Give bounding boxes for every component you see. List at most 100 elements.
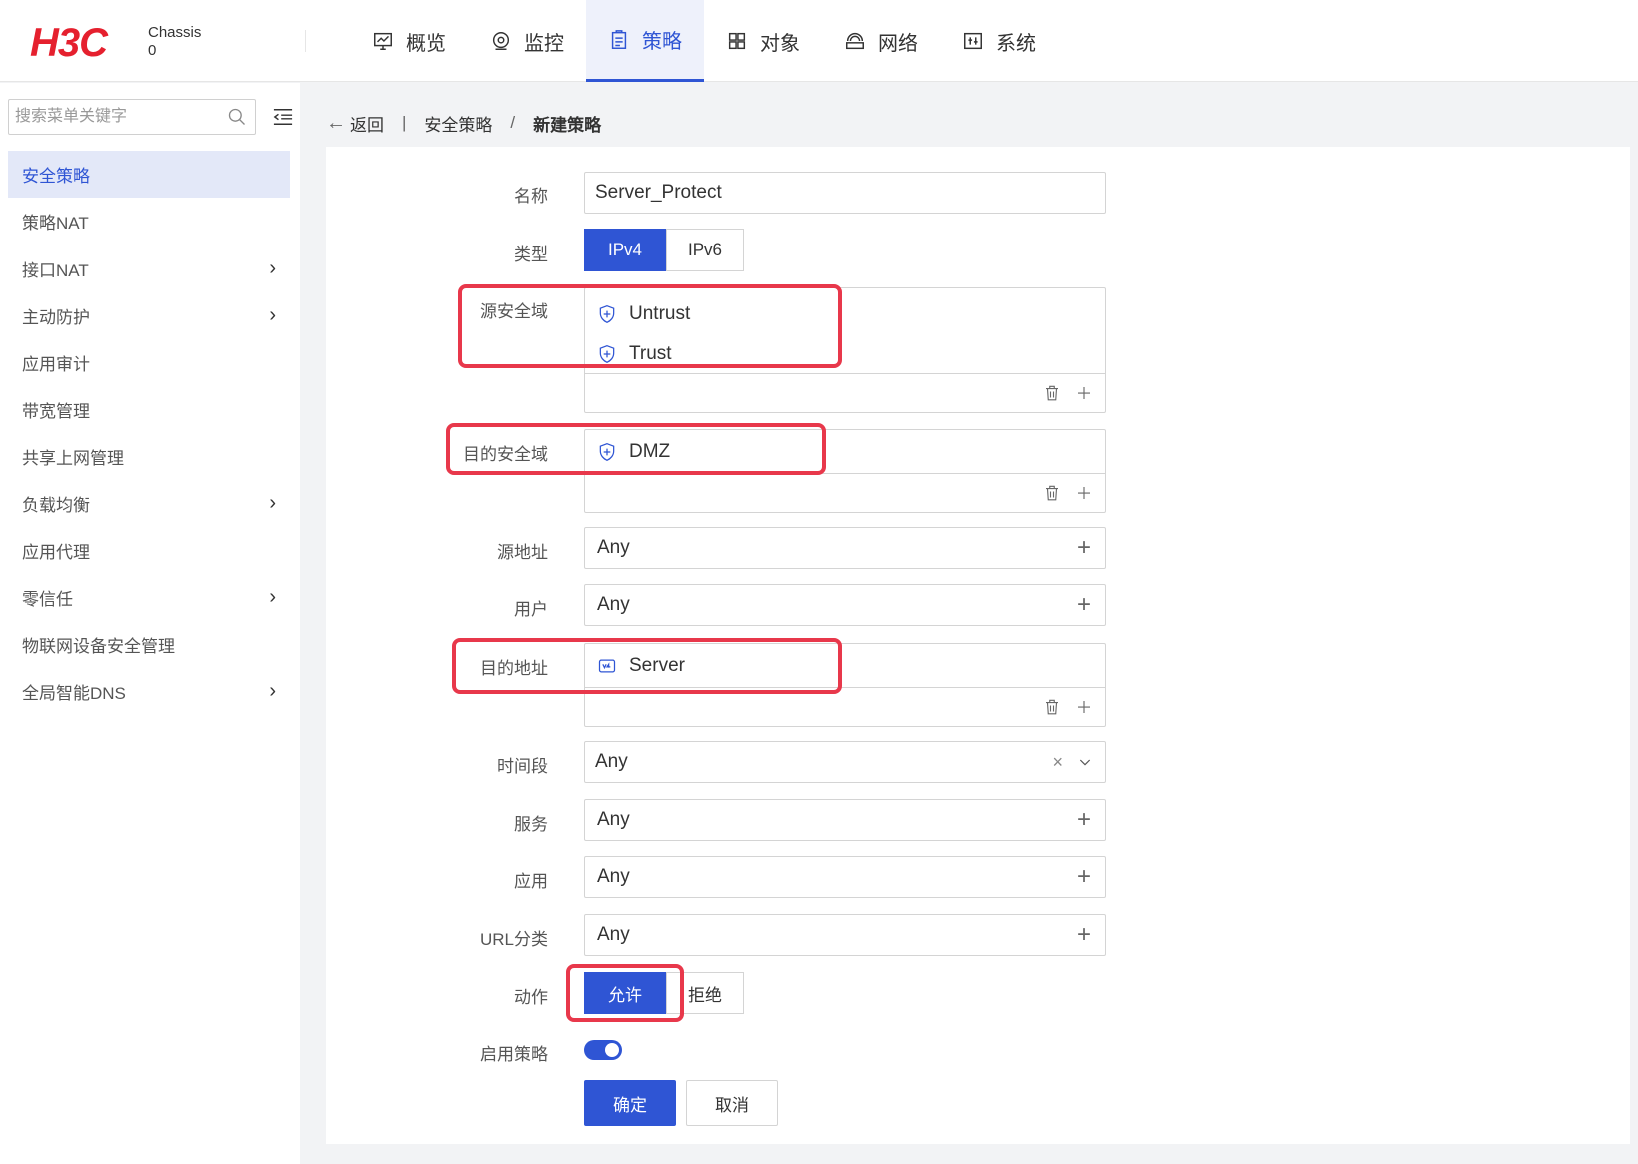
src-zone-actions bbox=[585, 374, 1105, 412]
name-input[interactable] bbox=[595, 182, 1105, 204]
nav-label: 监控 bbox=[524, 32, 564, 55]
nav-network[interactable]: 网络 bbox=[822, 0, 940, 82]
nav-system[interactable]: 系统 bbox=[940, 0, 1058, 82]
search-icon[interactable] bbox=[227, 107, 247, 127]
address-name: Server bbox=[629, 655, 685, 676]
plus-icon[interactable]: + bbox=[1077, 536, 1091, 560]
back-label: 返回 bbox=[350, 115, 384, 135]
sidebar-item-load-balance[interactable]: 负载均衡 › bbox=[8, 480, 290, 527]
nav-label: 网络 bbox=[878, 32, 918, 55]
sidebar-item-bandwidth[interactable]: 带宽管理 bbox=[8, 386, 290, 433]
breadcrumb-separator: | bbox=[402, 113, 407, 132]
plus-icon[interactable]: + bbox=[1077, 808, 1091, 832]
user-field[interactable]: Any + bbox=[584, 584, 1106, 626]
breadcrumb: ← 返回 | 安全策略 / 新建策略 bbox=[326, 108, 601, 138]
time-select[interactable]: Any × bbox=[584, 741, 1106, 783]
plus-icon[interactable]: + bbox=[1077, 865, 1091, 889]
shield-icon bbox=[599, 304, 615, 324]
zone-tag[interactable]: DMZ bbox=[585, 432, 1105, 472]
type-selector: IPv4 IPv6 bbox=[584, 229, 744, 271]
plus-icon[interactable] bbox=[1075, 384, 1093, 402]
type-ipv4-option[interactable]: IPv4 bbox=[584, 229, 666, 271]
network-icon bbox=[846, 33, 864, 50]
collapse-sidebar-button[interactable] bbox=[272, 107, 294, 127]
sidebar-item-label: 全局智能DNS bbox=[22, 684, 126, 703]
url-category-value: Any bbox=[597, 924, 630, 945]
dst-zone-label: 目的安全域 bbox=[463, 445, 548, 464]
app-field[interactable]: Any + bbox=[584, 856, 1106, 898]
nav-label: 策略 bbox=[642, 31, 682, 53]
trash-icon[interactable] bbox=[1043, 698, 1061, 716]
sidebar-item-label: 物联网设备安全管理 bbox=[22, 637, 175, 656]
cancel-button[interactable]: 取消 bbox=[686, 1080, 778, 1126]
action-allow-option[interactable]: 允许 bbox=[584, 972, 666, 1014]
enable-policy-label: 启用策略 bbox=[480, 1045, 548, 1064]
menu-search-input[interactable] bbox=[9, 101, 227, 133]
time-label: 时间段 bbox=[497, 757, 548, 776]
url-category-field[interactable]: Any + bbox=[584, 914, 1106, 956]
clipboard-icon bbox=[611, 29, 627, 49]
sidebar-item-label: 策略NAT bbox=[22, 214, 89, 233]
sidebar-item-policy-nat[interactable]: 策略NAT bbox=[8, 198, 290, 245]
src-addr-field[interactable]: Any + bbox=[584, 527, 1106, 569]
sidebar-item-label: 带宽管理 bbox=[22, 402, 90, 421]
plus-icon[interactable] bbox=[1075, 484, 1093, 502]
nav-label: 概览 bbox=[406, 32, 446, 55]
sidebar-item-iot-security[interactable]: 物联网设备安全管理 bbox=[8, 621, 290, 668]
sidebar-item-zero-trust[interactable]: 零信任 › bbox=[8, 574, 290, 621]
clear-icon[interactable]: × bbox=[1052, 752, 1063, 773]
back-link[interactable]: ← 返回 bbox=[326, 111, 384, 136]
sidebar-item-shared-internet[interactable]: 共享上网管理 bbox=[8, 433, 290, 480]
zone-name: Untrust bbox=[629, 303, 691, 324]
menu-search bbox=[8, 99, 256, 135]
target-icon bbox=[492, 32, 510, 50]
url-category-label: URL分类 bbox=[479, 930, 548, 949]
nav-overview[interactable]: 概览 bbox=[350, 0, 468, 82]
chevron-down-icon[interactable] bbox=[1077, 754, 1093, 770]
chevron-right-icon: › bbox=[269, 680, 276, 702]
service-field[interactable]: Any + bbox=[584, 799, 1106, 841]
nav-object[interactable]: 对象 bbox=[704, 0, 822, 82]
action-label: 动作 bbox=[514, 988, 548, 1007]
chevron-right-icon: › bbox=[269, 492, 276, 514]
dst-zone-field: DMZ bbox=[584, 429, 1106, 513]
plus-icon[interactable]: + bbox=[1077, 923, 1091, 947]
zone-tag[interactable]: Trust bbox=[585, 334, 1105, 374]
sidebar-item-app-proxy[interactable]: 应用代理 bbox=[8, 527, 290, 574]
breadcrumb-separator: / bbox=[510, 113, 516, 132]
sidebar-item-label: 接口NAT bbox=[22, 261, 89, 280]
dst-zone-list: DMZ bbox=[585, 430, 1105, 474]
system-icon bbox=[964, 32, 982, 50]
zone-tag[interactable]: Untrust bbox=[585, 294, 1105, 334]
trash-icon[interactable] bbox=[1043, 384, 1061, 402]
sidebar-item-label: 应用代理 bbox=[22, 543, 90, 562]
type-label: 类型 bbox=[514, 245, 548, 264]
h3c-logo: H3C bbox=[30, 21, 108, 65]
nav-policy[interactable]: 策略 bbox=[586, 0, 704, 82]
name-field bbox=[584, 172, 1106, 214]
breadcrumb-parent[interactable]: 安全策略 bbox=[424, 111, 492, 136]
sidebar-item-security-policy[interactable]: 安全策略 bbox=[8, 151, 290, 198]
trash-icon[interactable] bbox=[1043, 484, 1061, 502]
enable-policy-toggle[interactable] bbox=[584, 1040, 622, 1060]
plus-icon[interactable]: + bbox=[1077, 593, 1091, 617]
ok-button[interactable]: 确定 bbox=[584, 1080, 676, 1126]
dst-addr-list: Server bbox=[585, 644, 1105, 688]
address-tag[interactable]: Server bbox=[585, 646, 1105, 686]
sidebar-item-app-audit[interactable]: 应用审计 bbox=[8, 339, 290, 386]
service-value: Any bbox=[597, 809, 630, 830]
time-value: Any bbox=[595, 751, 628, 772]
nav-monitor[interactable]: 监控 bbox=[468, 0, 586, 82]
grid-icon bbox=[728, 32, 746, 50]
top-header: H3C Chassis 0 概览 监控 策略 对象 网络 系统 bbox=[0, 0, 1638, 82]
ipv4-address-icon bbox=[598, 659, 616, 673]
sidebar-item-active-defense[interactable]: 主动防护 › bbox=[8, 292, 290, 339]
zone-name: Trust bbox=[629, 343, 672, 364]
sidebar-item-interface-nat[interactable]: 接口NAT › bbox=[8, 245, 290, 292]
type-ipv6-option[interactable]: IPv6 bbox=[666, 229, 744, 271]
plus-icon[interactable] bbox=[1075, 698, 1093, 716]
breadcrumb-current: 新建策略 bbox=[533, 115, 602, 135]
action-deny-option[interactable]: 拒绝 bbox=[666, 972, 744, 1014]
sidebar-item-label: 安全策略 bbox=[22, 167, 90, 186]
sidebar-item-global-dns[interactable]: 全局智能DNS › bbox=[8, 668, 290, 715]
